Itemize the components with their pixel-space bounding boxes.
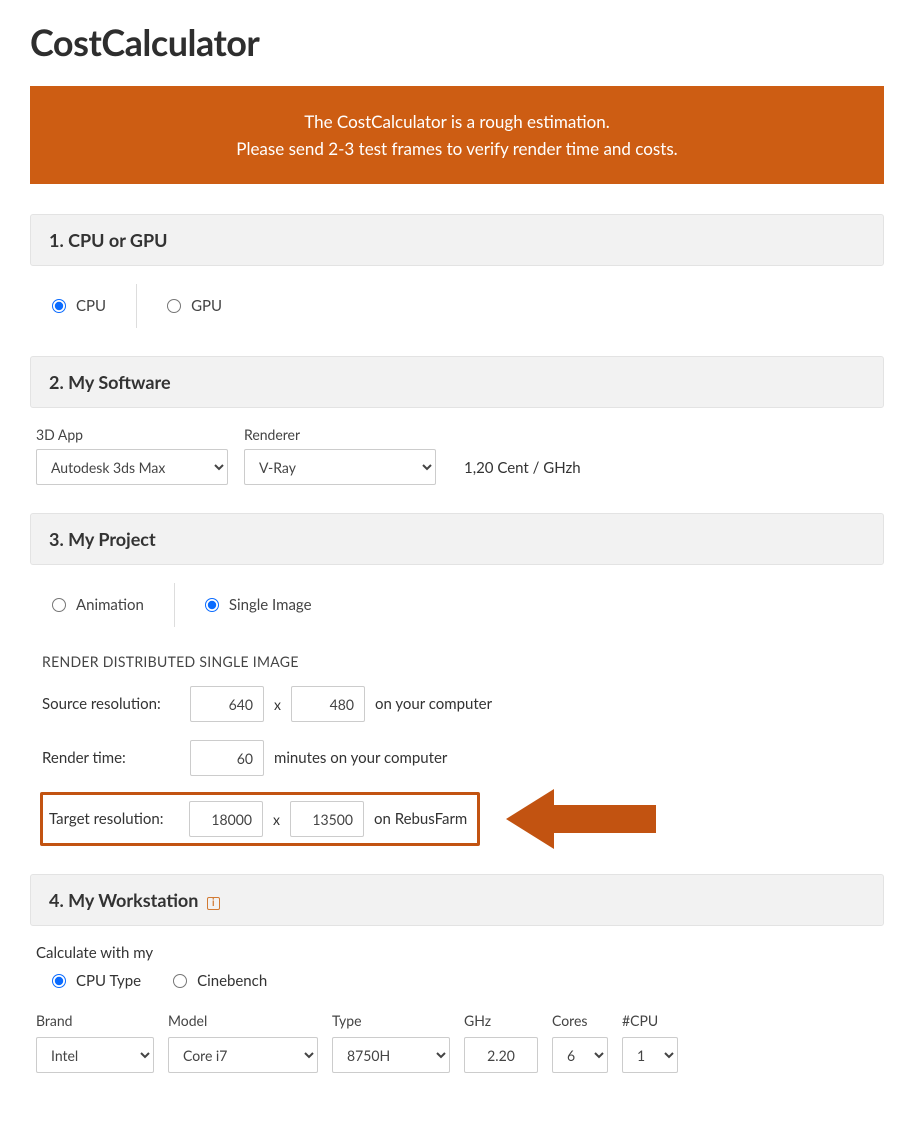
section-3-header: 3. My Project	[30, 513, 884, 565]
source-resolution-row: Source resolution: x on your computer	[36, 684, 878, 724]
render-subhead: RENDER DISTRIBUTED SINGLE IMAGE	[42, 653, 878, 670]
info-icon[interactable]: i	[207, 897, 220, 910]
ghz-input[interactable]	[464, 1037, 538, 1073]
target-resolution-row: Target resolution: x on RebusFarm	[36, 792, 878, 846]
section-2-header: 2. My Software	[30, 356, 884, 408]
x-separator: x	[273, 811, 280, 828]
target-suffix: on RebusFarm	[374, 810, 467, 828]
radio-gpu-input[interactable]	[167, 299, 181, 313]
brand-label: Brand	[36, 1012, 154, 1029]
page-title: CostCalculator	[30, 20, 884, 64]
renderer-select[interactable]: V-Ray	[244, 449, 436, 485]
source-height-input[interactable]	[291, 686, 365, 722]
radio-cputype-label: CPU Type	[76, 972, 141, 990]
section-1-header: 1. CPU or GPU	[30, 214, 884, 266]
notice-line-1: The CostCalculator is a rough estimation…	[50, 108, 864, 135]
radio-cputype-input[interactable]	[52, 974, 66, 988]
notice-banner: The CostCalculator is a rough estimation…	[30, 86, 884, 184]
radio-cpu[interactable]: CPU	[52, 297, 106, 315]
ncpu-select[interactable]: 1	[622, 1037, 678, 1073]
render-time-input[interactable]	[190, 740, 264, 776]
section-4-header: 4. My Workstation i	[30, 874, 884, 926]
type-select[interactable]: 8750H	[332, 1037, 450, 1073]
radio-gpu-label: GPU	[191, 297, 222, 315]
app-select[interactable]: Autodesk 3ds Max	[36, 449, 228, 485]
app-label: 3D App	[36, 426, 228, 443]
type-label: Type	[332, 1012, 450, 1029]
source-suffix: on your computer	[375, 695, 492, 713]
divider	[174, 583, 175, 627]
cores-label: Cores	[552, 1012, 608, 1029]
target-highlight-box: Target resolution: x on RebusFarm	[40, 792, 480, 846]
model-label: Model	[168, 1012, 318, 1029]
source-width-input[interactable]	[190, 686, 264, 722]
render-time-label: Render time:	[42, 749, 180, 767]
render-time-row: Render time: minutes on your computer	[36, 738, 878, 778]
target-width-input[interactable]	[189, 801, 263, 837]
radio-cpu-input[interactable]	[52, 299, 66, 313]
radio-animation-input[interactable]	[52, 598, 66, 612]
radio-cinebench[interactable]: Cinebench	[173, 972, 267, 990]
ncpu-label: #CPU	[622, 1012, 678, 1029]
target-height-input[interactable]	[290, 801, 364, 837]
radio-single-image-label: Single Image	[229, 596, 312, 614]
notice-line-2: Please send 2-3 test frames to verify re…	[50, 135, 864, 162]
radio-animation[interactable]: Animation	[52, 596, 144, 614]
radio-cinebench-label: Cinebench	[197, 972, 267, 990]
radio-cputype[interactable]: CPU Type	[52, 972, 141, 990]
x-separator: x	[274, 696, 281, 713]
divider	[136, 284, 137, 328]
radio-single-image[interactable]: Single Image	[205, 596, 312, 614]
arrow-left-icon	[506, 789, 656, 849]
ghz-label: GHz	[464, 1012, 538, 1029]
renderer-label: Renderer	[244, 426, 436, 443]
cores-select[interactable]: 6	[552, 1037, 608, 1073]
target-label: Target resolution:	[49, 810, 179, 828]
price-text: 1,20 Cent / GHzh	[452, 459, 581, 485]
radio-cpu-label: CPU	[76, 297, 106, 315]
radio-animation-label: Animation	[76, 596, 144, 614]
calculate-with-label: Calculate with my	[36, 944, 878, 962]
section-4-title: 4. My Workstation	[49, 889, 198, 911]
radio-cinebench-input[interactable]	[173, 974, 187, 988]
radio-gpu[interactable]: GPU	[167, 297, 222, 315]
render-time-suffix: minutes on your computer	[274, 749, 447, 767]
source-label: Source resolution:	[42, 695, 180, 713]
model-select[interactable]: Core i7	[168, 1037, 318, 1073]
brand-select[interactable]: Intel	[36, 1037, 154, 1073]
radio-single-image-input[interactable]	[205, 598, 219, 612]
